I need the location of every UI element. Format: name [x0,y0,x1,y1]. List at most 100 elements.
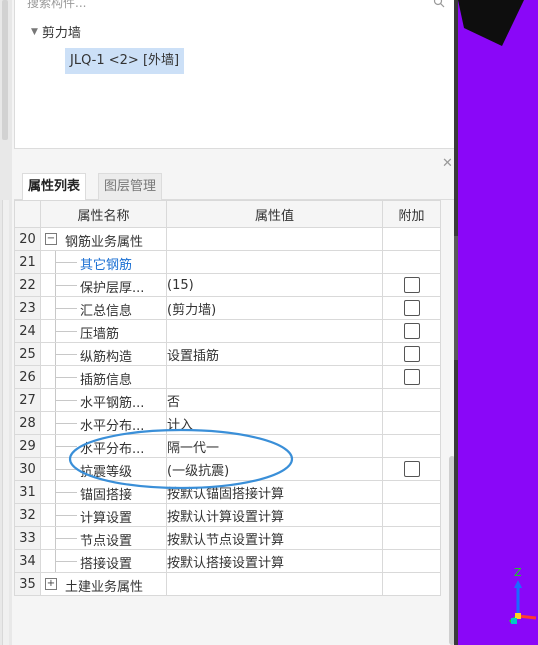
property-name-cell[interactable]: 其它钢筋 [40,250,167,274]
attach-cell [382,273,441,297]
tab-layers[interactable]: 图层管理 [98,173,163,200]
table-row[interactable]: 33 节点设置 按默认节点设置计算 [14,526,441,550]
tree-line [55,515,77,516]
search-input[interactable]: 搜索构件... [27,0,86,11]
row-number: 35 [14,572,41,596]
table-row[interactable]: 23 汇总信息 (剪力墙) [14,296,441,320]
tab-properties[interactable]: 属性列表 [22,173,87,201]
row-number: 26 [14,365,41,389]
property-value[interactable] [166,572,383,596]
table-row[interactable]: 32 计算设置 按默认计算设置计算 [14,503,441,527]
table-row[interactable]: 25 纵筋构造 设置插筋 [14,342,441,366]
property-value[interactable] [166,227,383,251]
property-name: 计算设置 [80,511,133,526]
table-row[interactable]: 22 保护层厚... (15) [14,273,441,297]
attach-checkbox[interactable] [403,277,420,293]
expand-icon[interactable]: + [45,578,57,590]
attach-checkbox[interactable] [403,300,420,316]
attach-checkbox[interactable] [403,346,420,362]
attach-cell [382,572,441,596]
property-name-cell[interactable]: 搭接设置 [40,549,167,573]
row-number: 23 [14,296,41,320]
property-value[interactable]: 设置插筋 [166,342,383,366]
left-scroll-strip [0,0,12,645]
col-header-value[interactable]: 属性值 [166,200,383,228]
property-table: 属性名称 属性值 附加 20− 钢筋业务属性 21 其它钢筋 22 保护层厚... (15)… [14,200,441,596]
left-scrollbar-thumb[interactable] [2,0,8,140]
tree-line [55,561,77,562]
property-value[interactable] [166,319,383,343]
model-shape [458,0,524,46]
table-row[interactable]: 24 压墙筋 [14,319,441,343]
property-value[interactable] [166,250,383,274]
table-row[interactable]: 34 搭接设置 按默认搭接设置计算 [14,549,441,573]
table-row[interactable]: 26 插筋信息 [14,365,441,389]
3d-viewport[interactable] [458,0,538,645]
tree-line [55,538,77,539]
tree-line [55,262,77,263]
property-name-cell[interactable]: 水平钢筋... [40,388,167,412]
attach-checkbox[interactable] [403,369,420,385]
property-value[interactable]: 按默认搭接设置计算 [166,549,383,573]
table-row[interactable]: 27 水平钢筋... 否 [14,388,441,412]
search-icon[interactable] [433,0,445,12]
collapse-triangle-icon[interactable]: ▼ [31,27,38,37]
row-number: 27 [14,388,41,412]
table-row[interactable]: 35 + 土建业务属性 [14,572,441,596]
attach-cell [382,457,441,481]
property-name-cell[interactable]: 汇总信息 [40,296,167,320]
row-number: 32 [14,503,41,527]
tree-line [55,492,77,493]
property-value[interactable]: 按默认计算设置计算 [166,503,383,527]
col-header-name[interactable]: 属性名称 [40,200,167,228]
attach-checkbox[interactable] [403,461,420,477]
property-name-cell[interactable]: 保护层厚... [40,273,167,297]
property-value[interactable]: (15) [166,273,383,297]
attach-checkbox[interactable] [403,323,420,339]
row-number: 24 [14,319,41,343]
tree-item-jlq1[interactable]: JLQ-1 <2> [外墙] [65,48,185,74]
attach-cell [382,227,441,251]
attach-cell [382,365,441,389]
property-name-cell[interactable]: 纵筋构造 [40,342,167,366]
tree-line [55,423,77,424]
row-number: 31 [14,480,41,504]
col-header-num [14,200,41,228]
property-name-cell[interactable]: − 钢筋业务属性 [40,227,167,251]
tree-group-shear-wall[interactable]: ▼ 剪力墙 [31,22,81,41]
property-name-cell[interactable]: 压墙筋 [40,319,167,343]
highlight-ellipse-annotation [68,428,294,490]
property-name-cell[interactable]: 计算设置 [40,503,167,527]
property-value[interactable]: 按默认节点设置计算 [166,526,383,550]
property-name-cell[interactable]: 节点设置 [40,526,167,550]
left-panel-edge [2,200,9,645]
collapse-icon[interactable]: − [45,233,57,245]
attach-cell [382,250,441,274]
attach-cell [382,319,441,343]
property-value[interactable] [166,365,383,389]
property-value[interactable]: (剪力墙) [166,296,383,320]
attach-cell [382,434,441,458]
property-name: 搭接设置 [80,557,133,572]
attach-cell [382,549,441,573]
row-number: 21 [14,250,41,274]
property-name: 其它钢筋 [80,258,133,273]
property-name: 土建业务属性 [65,580,144,595]
tree-line [55,400,77,401]
panel-tabs: 属性列表 图层管理 [14,172,454,201]
row-number: 34 [14,549,41,573]
axis-gizmo-icon[interactable] [500,568,538,628]
table-row[interactable]: 20− 钢筋业务属性 [14,227,441,251]
property-value[interactable]: 否 [166,388,383,412]
row-number: 20 [14,227,41,251]
property-name: 汇总信息 [80,304,133,319]
close-icon[interactable]: ✕ [442,156,453,171]
property-name-cell[interactable]: + 土建业务属性 [40,572,167,596]
table-row[interactable]: 21 其它钢筋 [14,250,441,274]
row-number: 28 [14,411,41,435]
property-name: 压墙筋 [80,327,120,342]
property-name-cell[interactable]: 插筋信息 [40,365,167,389]
attach-cell [382,388,441,412]
col-header-add[interactable]: 附加 [382,200,441,228]
tree-line [55,354,77,355]
